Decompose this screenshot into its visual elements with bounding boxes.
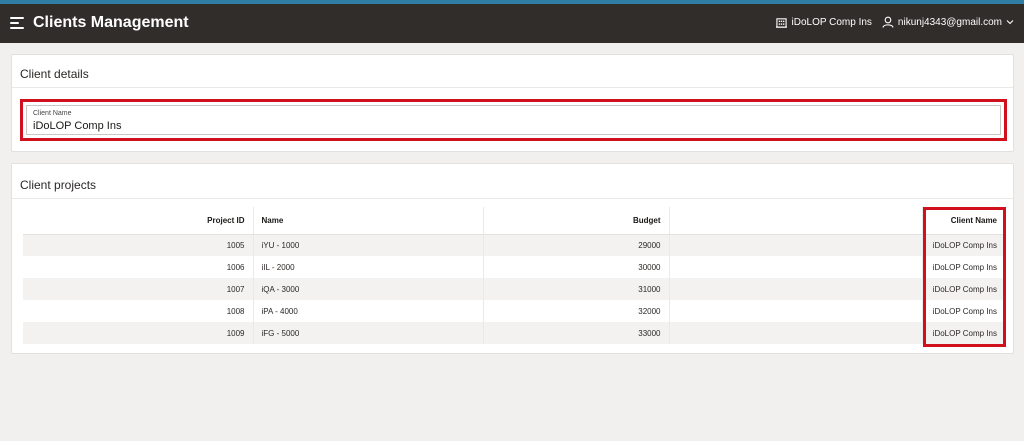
cell-name: iFG - 5000 (252, 322, 483, 344)
user-menu[interactable]: nikunj4343@gmail.com (872, 16, 1014, 28)
cell-budget: 33000 (482, 322, 669, 344)
topbar-right: iDoLOP Comp Ins nikunj4343@gmail.com (775, 16, 1015, 28)
org-menu[interactable]: iDoLOP Comp Ins (775, 16, 872, 28)
cell-name: iYU - 1000 (252, 234, 483, 256)
client-details-title: Client details (20, 67, 89, 81)
cell-client-name: iDoLOP Comp Ins (921, 300, 1005, 322)
client-projects-region: Client projects Project ID Name Budget C… (11, 163, 1014, 354)
chevron-down-icon (1006, 20, 1014, 25)
table-row[interactable]: 1008 iPA - 4000 32000 iDoLOP Comp Ins (23, 300, 1005, 322)
column-header-project-id[interactable]: Project ID (23, 207, 253, 235)
cell-name: iPA - 4000 (252, 300, 483, 322)
cell-name: iIL - 2000 (252, 256, 483, 278)
cell-project-id: 1006 (23, 256, 253, 278)
column-header-empty (668, 207, 922, 235)
cell-project-id: 1007 (23, 278, 253, 300)
client-name-label: Client Name (33, 110, 72, 117)
client-name-field[interactable]: Client Name (26, 105, 1001, 135)
cell-client-name: iDoLOP Comp Ins (921, 234, 1005, 256)
column-header-name[interactable]: Name (252, 207, 483, 235)
cell-empty (668, 278, 922, 300)
building-icon (775, 17, 787, 28)
projects-table: Project ID Name Budget Client Name 1005 … (23, 207, 1005, 344)
cell-project-id: 1009 (23, 322, 253, 344)
cell-empty (668, 256, 922, 278)
client-projects-title: Client projects (20, 178, 97, 192)
table-row[interactable]: 1006 iIL - 2000 30000 iDoLOP Comp Ins (23, 256, 1005, 278)
column-header-client-name[interactable]: Client Name (921, 207, 1005, 235)
cell-budget: 30000 (482, 256, 669, 278)
region-divider (12, 198, 1013, 199)
cell-client-name: iDoLOP Comp Ins (921, 322, 1005, 344)
cell-budget: 29000 (482, 234, 669, 256)
table-row[interactable]: 1007 iQA - 3000 31000 iDoLOP Comp Ins (23, 278, 1005, 300)
hamburger-menu-icon[interactable] (10, 17, 24, 29)
cell-project-id: 1005 (23, 234, 253, 256)
app-title[interactable]: Clients Management (33, 14, 189, 32)
cell-empty (668, 234, 922, 256)
table-header-row: Project ID Name Budget Client Name (23, 207, 1005, 235)
cell-name: iQA - 3000 (252, 278, 483, 300)
user-icon (882, 16, 894, 28)
cell-client-name: iDoLOP Comp Ins (921, 256, 1005, 278)
table-row[interactable]: 1009 iFG - 5000 33000 iDoLOP Comp Ins (23, 322, 1005, 344)
cell-project-id: 1008 (23, 300, 253, 322)
region-divider (12, 87, 1013, 88)
client-details-region: Client details Client Name (11, 54, 1014, 152)
cell-empty (668, 300, 922, 322)
column-header-budget[interactable]: Budget (482, 207, 669, 235)
client-name-input[interactable] (33, 120, 933, 132)
table-row[interactable]: 1005 iYU - 1000 29000 iDoLOP Comp Ins (23, 234, 1005, 256)
cell-client-name: iDoLOP Comp Ins (921, 278, 1005, 300)
cell-budget: 31000 (482, 278, 669, 300)
user-email: nikunj4343@gmail.com (897, 16, 1002, 28)
top-navigation-bar: Clients Management iDoLOP Comp Ins nikun… (0, 4, 1024, 43)
org-name: iDoLOP Comp Ins (791, 16, 872, 28)
cell-budget: 32000 (482, 300, 669, 322)
cell-empty (668, 322, 922, 344)
